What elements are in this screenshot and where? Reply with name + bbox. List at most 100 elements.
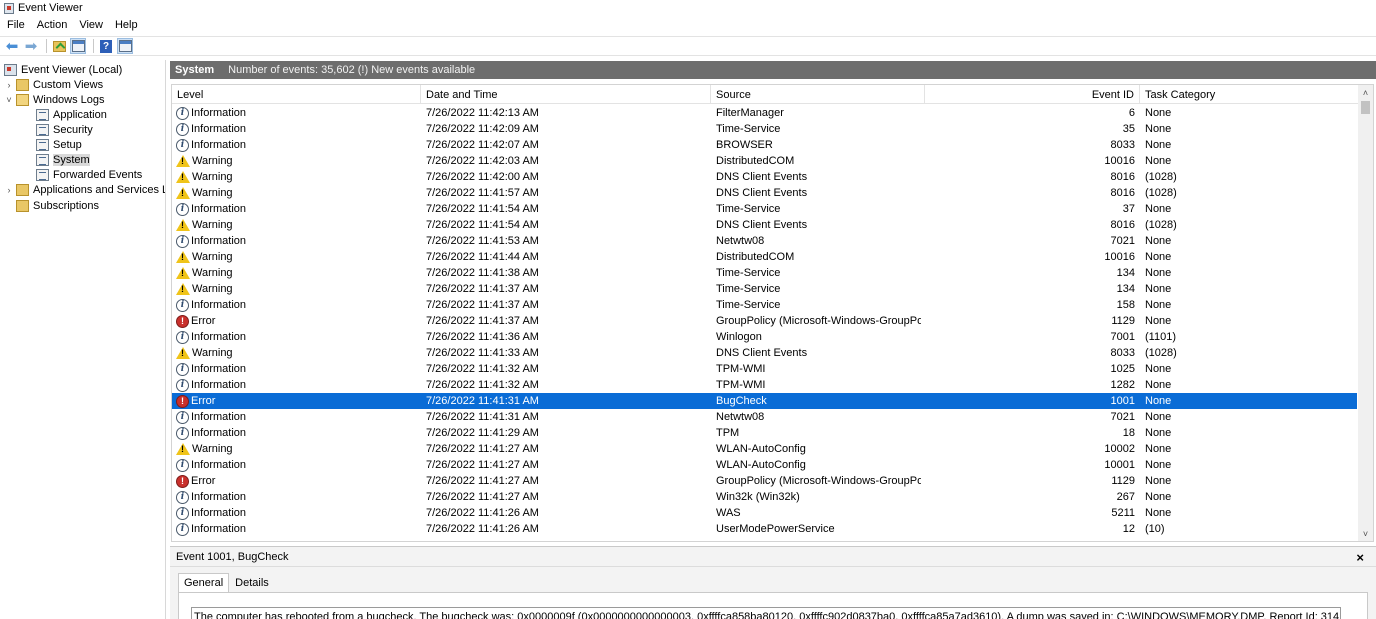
chevron-down-icon[interactable]: ˅ — [4, 95, 14, 105]
cell-date: 7/26/2022 11:42:09 AM — [426, 123, 539, 135]
cell-task-category: None — [1145, 363, 1172, 375]
table-row[interactable]: Warning 7/26/2022 11:41:54 AM DNS Client E… — [172, 217, 1357, 233]
tree-item-custom-views[interactable]: › Custom Views — [4, 77, 103, 92]
properties-button[interactable] — [117, 38, 133, 54]
table-row[interactable]: i Information 7/26/2022 11:41:54 AM Time-Se… — [172, 201, 1357, 217]
back-button[interactable]: ⬅ — [4, 38, 20, 54]
cell-task-category: None — [1145, 491, 1172, 503]
menu-view[interactable]: View — [79, 19, 103, 31]
chevron-right-icon[interactable]: › — [4, 80, 14, 90]
cell-level: Warning — [176, 217, 416, 233]
close-icon[interactable]: × — [1356, 550, 1364, 565]
table-row[interactable]: i Information 7/26/2022 11:41:27 AM WLAN-Au… — [172, 457, 1357, 473]
table-row[interactable]: Warning 7/26/2022 11:42:00 AM DNS Client E… — [172, 169, 1357, 185]
event-detail-pane: Event 1001, BugCheck × General Details T… — [170, 546, 1376, 619]
folder-open-icon — [16, 93, 29, 106]
tree-item-security[interactable]: Security — [36, 122, 93, 137]
cell-source: Netwtw08 — [716, 235, 765, 247]
cell-source: TPM — [716, 427, 740, 439]
table-row[interactable]: i Information 7/26/2022 11:41:31 AM Netwtw0… — [172, 409, 1357, 425]
menu-file[interactable]: File — [7, 19, 25, 31]
table-row[interactable]: Warning 7/26/2022 11:41:57 AM DNS Client E… — [172, 185, 1357, 201]
column-header-date[interactable]: Date and Time — [421, 85, 711, 104]
tree-item-windows-logs[interactable]: ˅ Windows Logs — [4, 92, 105, 107]
tab-general[interactable]: General — [178, 573, 230, 593]
help-icon: ? — [100, 39, 112, 53]
table-row[interactable]: i Information 7/26/2022 11:41:37 AM Time-Se… — [172, 297, 1357, 313]
cell-level: Warning — [176, 441, 416, 457]
cell-date: 7/26/2022 11:41:54 AM — [426, 219, 539, 231]
warning-icon — [176, 251, 190, 263]
table-row[interactable]: i Information 7/26/2022 11:41:32 AM TPM-WMI… — [172, 361, 1357, 377]
level-text: Information — [191, 411, 247, 423]
cell-event-id: 10016 — [1104, 155, 1135, 167]
cell-task-category: None — [1145, 235, 1172, 247]
cell-level: i Information — [176, 409, 416, 425]
column-header-level[interactable]: Level — [172, 85, 421, 104]
tree-item-setup[interactable]: Setup — [36, 137, 82, 152]
tree-item-subscriptions[interactable]: Subscriptions — [16, 198, 99, 213]
cell-level: i Information — [176, 105, 416, 121]
vertical-scrollbar[interactable]: ˄ ˅ — [1358, 85, 1373, 541]
cell-level: Warning — [176, 185, 416, 201]
menu-action[interactable]: Action — [37, 19, 68, 31]
table-row[interactable]: i Information 7/26/2022 11:41:36 AM Winlogo… — [172, 329, 1357, 345]
column-header-source[interactable]: Source — [711, 85, 925, 104]
table-row[interactable]: ! Error 7/26/2022 11:41:27 AM GroupPolicy (… — [172, 473, 1357, 489]
table-row[interactable]: i Information 7/26/2022 11:41:26 AM WAS 5211… — [172, 505, 1357, 521]
column-header-event-id[interactable]: Event ID — [925, 85, 1140, 104]
cell-date: 7/26/2022 11:41:32 AM — [426, 363, 539, 375]
table-row[interactable]: ! Error 7/26/2022 11:41:31 AM BugCheck 1001 N… — [172, 393, 1357, 409]
help-button[interactable]: ? — [98, 38, 114, 54]
cell-event-id: 1129 — [1111, 315, 1135, 327]
table-row[interactable]: i Information 7/26/2022 11:41:53 AM Netwtw0… — [172, 233, 1357, 249]
tab-details[interactable]: Details — [229, 573, 275, 593]
table-row[interactable]: i Information 7/26/2022 11:41:29 AM TPM 18 No… — [172, 425, 1357, 441]
log-title: System — [175, 64, 215, 76]
tree-item-system[interactable]: System — [36, 152, 90, 167]
tree-item-event-viewer-local[interactable]: Event Viewer (Local) — [4, 62, 122, 77]
warning-icon — [176, 267, 190, 279]
tree-item-label: Subscriptions — [33, 199, 100, 212]
scroll-down-icon[interactable]: ˅ — [1358, 526, 1373, 541]
show-hide-tree-button[interactable] — [70, 38, 86, 54]
table-row[interactable]: i Information 7/26/2022 11:42:09 AM Time-Se… — [172, 121, 1357, 137]
tree-item-application[interactable]: Application — [36, 107, 107, 122]
table-row[interactable]: Warning 7/26/2022 11:41:44 AM DistributedC… — [172, 249, 1357, 265]
event-viewer-icon — [4, 2, 14, 14]
cell-task-category: (1028) — [1145, 187, 1177, 199]
event-description[interactable]: The computer has rebooted from a bugchec… — [191, 607, 1341, 619]
table-row[interactable]: Warning 7/26/2022 11:41:37 AM Time-Service… — [172, 281, 1357, 297]
table-row[interactable]: i Information 7/26/2022 11:41:27 AM Win32k … — [172, 489, 1357, 505]
scroll-up-icon[interactable]: ˄ — [1358, 85, 1373, 100]
up-folder-button[interactable] — [51, 38, 67, 54]
table-row[interactable]: Warning 7/26/2022 11:41:38 AM Time-Service… — [172, 265, 1357, 281]
table-row[interactable]: Warning 7/26/2022 11:41:27 AM WLAN-AutoCon… — [172, 441, 1357, 457]
table-row[interactable]: i Information 7/26/2022 11:42:13 AM FilterM… — [172, 105, 1357, 121]
cell-event-id: 37 — [1122, 203, 1135, 215]
cell-task-category: (1028) — [1145, 347, 1177, 359]
tree-item-label: Application — [53, 108, 107, 121]
table-row[interactable]: i Information 7/26/2022 11:41:32 AM TPM-WMI… — [172, 377, 1357, 393]
cell-task-category: None — [1145, 507, 1172, 519]
tree-item-forwarded-events[interactable]: Forwarded Events — [36, 167, 142, 182]
scroll-thumb[interactable] — [1361, 101, 1370, 114]
table-row[interactable]: Warning 7/26/2022 11:42:03 AM DistributedC… — [172, 153, 1357, 169]
table-row[interactable]: i Information 7/26/2022 11:41:26 AM UserMod… — [172, 521, 1357, 537]
chevron-right-icon[interactable]: › — [4, 185, 14, 195]
forward-button[interactable]: ➡ — [23, 38, 39, 54]
cell-level: Warning — [176, 281, 416, 297]
cell-event-id: 134 — [1116, 267, 1135, 279]
table-row[interactable]: i Information 7/26/2022 11:42:07 AM BROWSER… — [172, 137, 1357, 153]
cell-level: Warning — [176, 265, 416, 281]
cell-level: Warning — [176, 345, 416, 361]
tree-item-applications-and-services[interactable]: › Applications and Services Lo — [4, 182, 165, 197]
tree-item-label: Windows Logs — [33, 93, 105, 106]
table-row[interactable]: Warning 7/26/2022 11:41:33 AM DNS Client E… — [172, 345, 1357, 361]
table-row[interactable]: ! Error 7/26/2022 11:41:37 AM GroupPolicy (… — [172, 313, 1357, 329]
back-icon: ⬅ — [5, 37, 19, 55]
menu-help[interactable]: Help — [115, 19, 138, 31]
column-header-task-category[interactable]: Task Category — [1140, 85, 1360, 104]
title-bar: Event Viewer — [0, 0, 1376, 16]
log-icon — [36, 108, 49, 121]
